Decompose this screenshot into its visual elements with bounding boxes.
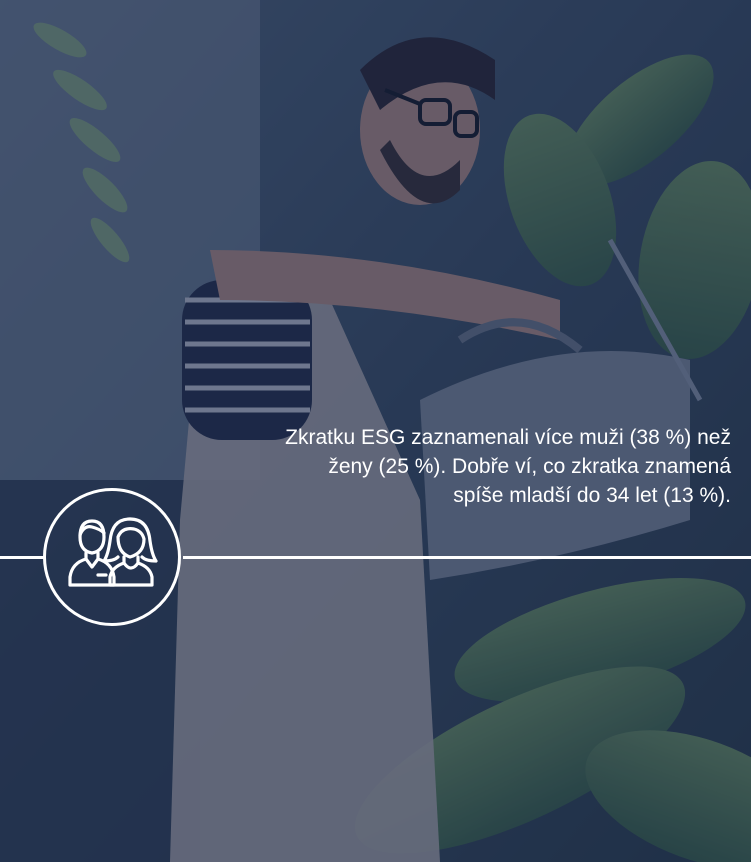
divider-line-right <box>183 556 751 559</box>
caption-line-3: spíše mladší do 34 let (13 %). <box>453 484 731 507</box>
caption-line-2: ženy (25 %). Dobře ví, co zkratka znamen… <box>328 455 731 478</box>
caption-text: Zkratku ESG zaznamenali více muži (38 %)… <box>131 423 731 510</box>
man-and-woman-icon <box>43 488 181 626</box>
caption-line-1: Zkratku ESG zaznamenali více muži (38 %)… <box>285 426 731 449</box>
divider-line-left <box>0 556 44 559</box>
